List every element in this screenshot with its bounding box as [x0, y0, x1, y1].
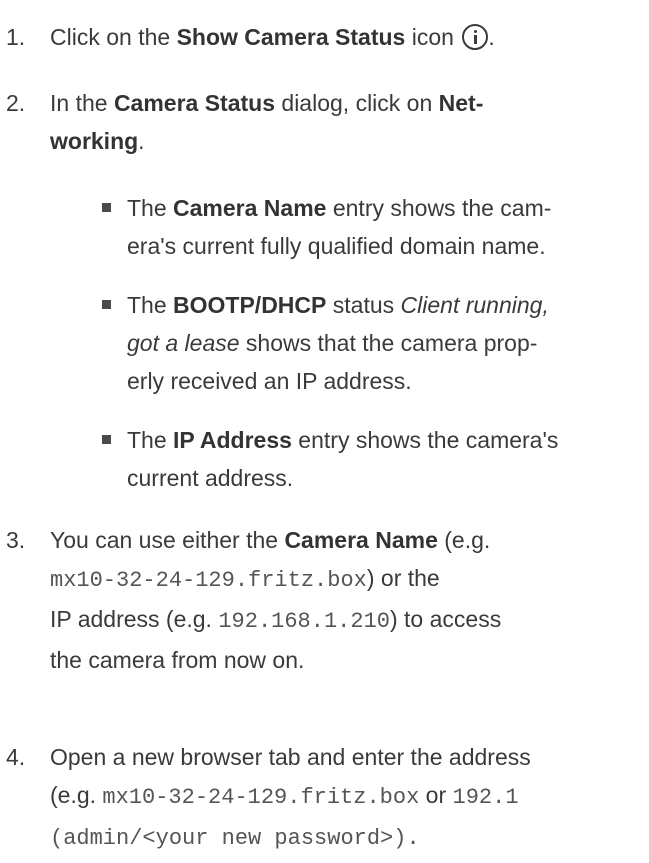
step-text-part: You can use either the	[50, 527, 285, 553]
step-text-part: (e.g.	[437, 527, 491, 553]
bullet-text-part: The	[127, 292, 174, 318]
step-text-part: Open a new browser tab and enter the add…	[50, 744, 531, 770]
ui-term: Camera Status	[113, 90, 276, 116]
bullet-text-part: status	[326, 292, 401, 318]
square-bullet-icon	[102, 435, 111, 444]
bullet-text: The IP Address entry shows the camera's …	[127, 421, 649, 497]
bullet-text-part: The	[127, 195, 174, 221]
step-text-part: (e.g.	[50, 782, 103, 808]
hostname-example: mx10-32-24-129.fritz.box	[102, 785, 420, 810]
step-text-part: or	[419, 782, 453, 808]
hostname-example: mx10-32-24-129.fritz.box	[50, 568, 367, 593]
step-text-part: dialog, click on	[275, 90, 439, 116]
bullet-text: The BOOTP/DHCP status Client running, go…	[127, 286, 649, 400]
ip-address-example: 192.168.1.210	[218, 609, 390, 634]
status-text: Client running,	[400, 292, 549, 318]
ui-term: IP Address	[173, 427, 292, 453]
step-text-part: the camera from now on.	[50, 647, 305, 673]
step-text: Click on the Show Camera Status icon .	[50, 18, 649, 56]
bullet-text-part: erly received an IP address.	[127, 368, 412, 394]
status-text: got a lease	[127, 330, 240, 356]
step-text-part: ) to access	[389, 606, 502, 632]
step-text: In the Camera Status dialog, click on Ne…	[50, 84, 649, 160]
step-text: Open a new browser tab and enter the add…	[50, 738, 649, 858]
ui-term: Camera Name	[284, 527, 438, 553]
bullet-text-part: era's current fully qualified domain nam…	[127, 233, 546, 259]
step-text-part: In the	[50, 90, 114, 116]
bullet-text-part: current address.	[127, 465, 294, 491]
step-text-part: IP address (e.g.	[50, 606, 219, 632]
bullet-text-part: shows that the camera prop-	[239, 330, 538, 356]
ui-term: working	[50, 128, 139, 154]
bullet-text-part: entry shows the cam-	[326, 195, 552, 221]
ui-term: Camera Name	[173, 195, 327, 221]
step-text-part: Click on the	[50, 24, 177, 50]
square-bullet-icon	[102, 203, 111, 212]
ui-term: Show Camera Status	[176, 24, 406, 50]
step-text-part: .	[138, 128, 145, 154]
ip-address-example: 192.1	[452, 785, 519, 810]
bullet-text-part: The	[127, 427, 174, 453]
step-number: 2.	[6, 90, 26, 116]
bullet-text: The Camera Name entry shows the cam- era…	[127, 189, 649, 265]
bullet-text-part: entry shows the camera's	[291, 427, 559, 453]
step-text-part: icon	[405, 24, 461, 50]
step-number: 3.	[6, 527, 26, 553]
step-text-part: ) or the	[366, 565, 440, 591]
step-number: 1.	[6, 24, 26, 50]
ui-term: Net-	[438, 90, 484, 116]
step-text: You can use either the Camera Name (e.g.…	[50, 521, 649, 679]
info-circle-icon	[462, 24, 489, 50]
credentials-example: (admin/<your new password>).	[50, 826, 420, 851]
square-bullet-icon	[102, 300, 111, 309]
ui-term: BOOTP/DHCP	[173, 292, 327, 318]
step-text-part: .	[488, 24, 495, 50]
step-number: 4.	[6, 744, 26, 770]
